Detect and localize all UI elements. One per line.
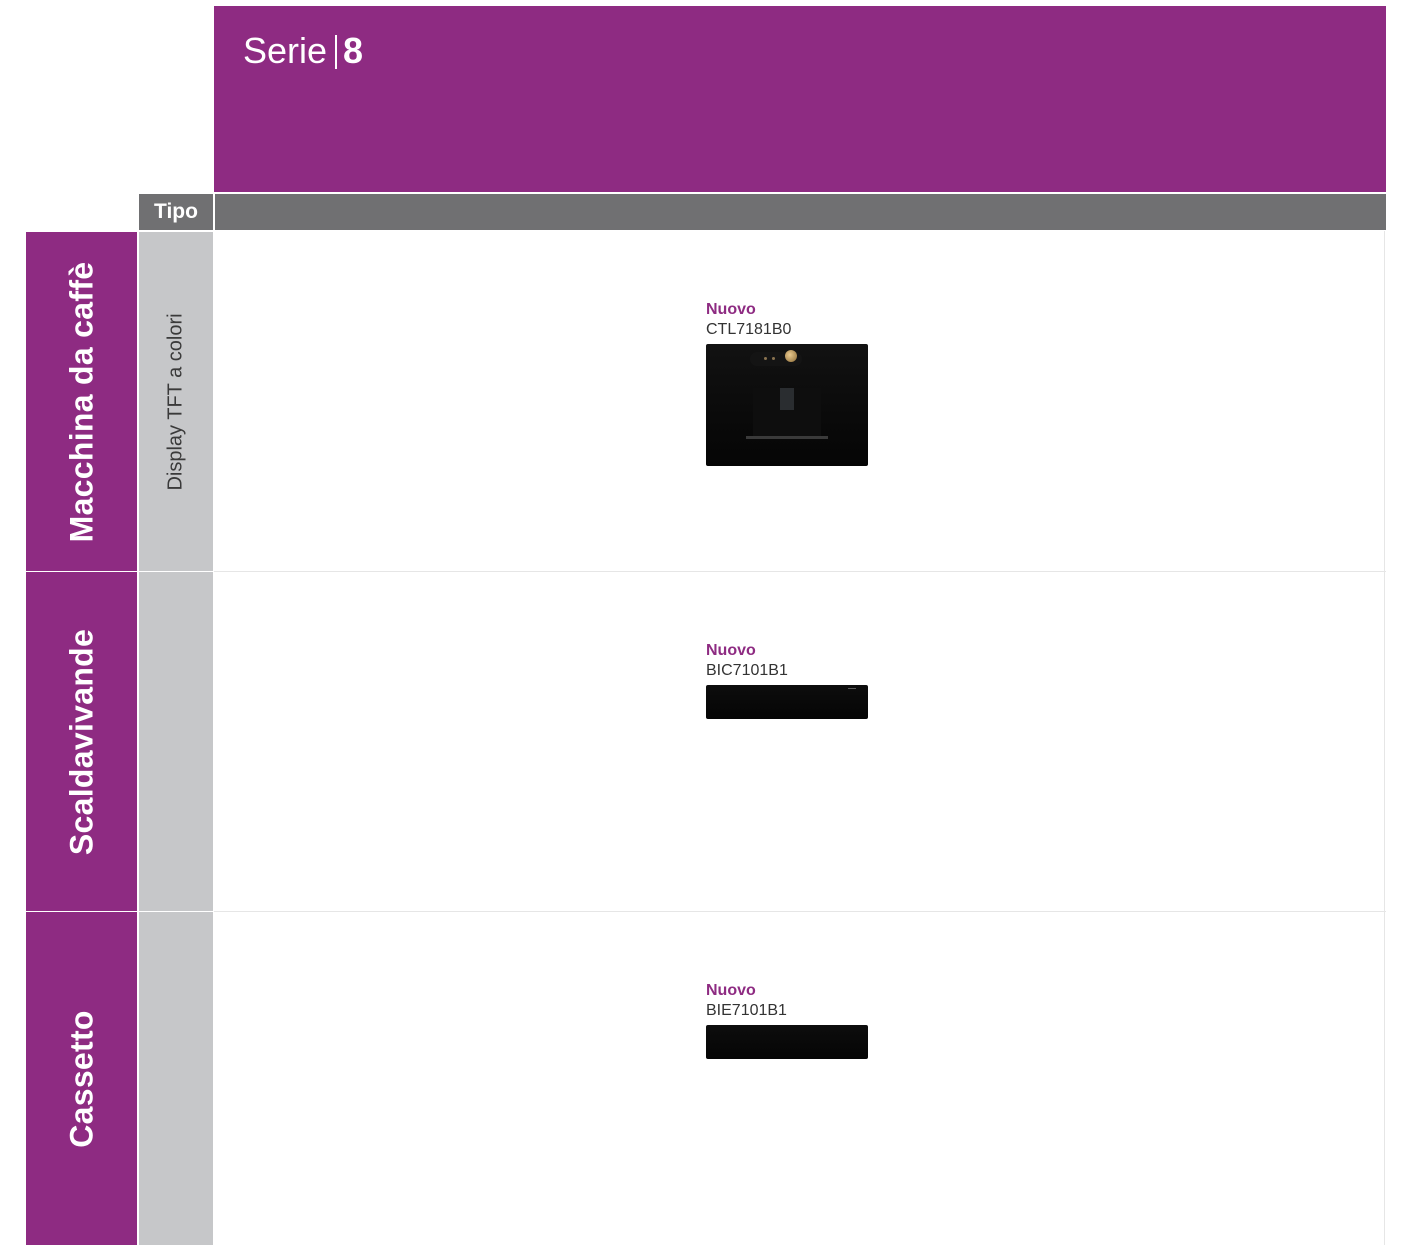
coffee-spout — [780, 388, 794, 410]
new-badge: Nuovo — [706, 301, 756, 318]
product-code: BIE7101B1 — [706, 1002, 787, 1019]
category-label: Scaldavivande — [63, 628, 99, 855]
tipo-cell-warming-drawer — [139, 572, 213, 911]
control-knob — [785, 350, 797, 362]
tipo-column-header: Tipo — [139, 194, 213, 230]
warming-drawer-image[interactable] — [706, 685, 868, 719]
product-card-drawer[interactable]: Nuovo BIE7101B1 — [706, 981, 868, 1059]
product-code: BIC7101B1 — [706, 662, 788, 679]
category-label: Cassetto — [63, 1009, 99, 1148]
new-badge: Nuovo — [706, 642, 756, 659]
product-code: CTL7181B0 — [706, 321, 792, 338]
series-header-banner: Serie 8 — [214, 6, 1386, 192]
product-card-warming-drawer[interactable]: Nuovo BIC7101B1 — [706, 641, 868, 719]
tipo-cell-drawer — [139, 912, 213, 1245]
new-badge: Nuovo — [706, 982, 756, 999]
row-divider — [214, 571, 1386, 572]
panel-indicator — [772, 357, 775, 360]
category-cell-warming-drawer: Scaldavivande — [26, 572, 137, 911]
series-number: 8 — [343, 30, 364, 71]
row-divider — [214, 911, 1386, 912]
product-card-coffee-machine[interactable]: Nuovo CTL7181B0 — [706, 300, 868, 466]
series-separator — [335, 35, 338, 69]
header-gray-bar — [215, 194, 1386, 230]
coffee-machine-image[interactable] — [706, 344, 868, 466]
category-cell-coffee-machine: Macchina da caffè — [26, 232, 137, 571]
series-word: Serie — [243, 30, 328, 71]
drip-tray — [746, 436, 828, 439]
panel-indicator — [764, 357, 767, 360]
category-cell-drawer: Cassetto — [26, 912, 137, 1245]
accessory-drawer-image[interactable] — [706, 1025, 868, 1059]
series-title: Serie 8 — [243, 30, 363, 72]
category-label: Macchina da caffè — [63, 261, 99, 542]
tipo-label: Display TFT a colori — [164, 312, 187, 491]
tipo-cell-coffee-machine: Display TFT a colori — [139, 232, 213, 571]
drawer-indicator — [848, 688, 856, 689]
